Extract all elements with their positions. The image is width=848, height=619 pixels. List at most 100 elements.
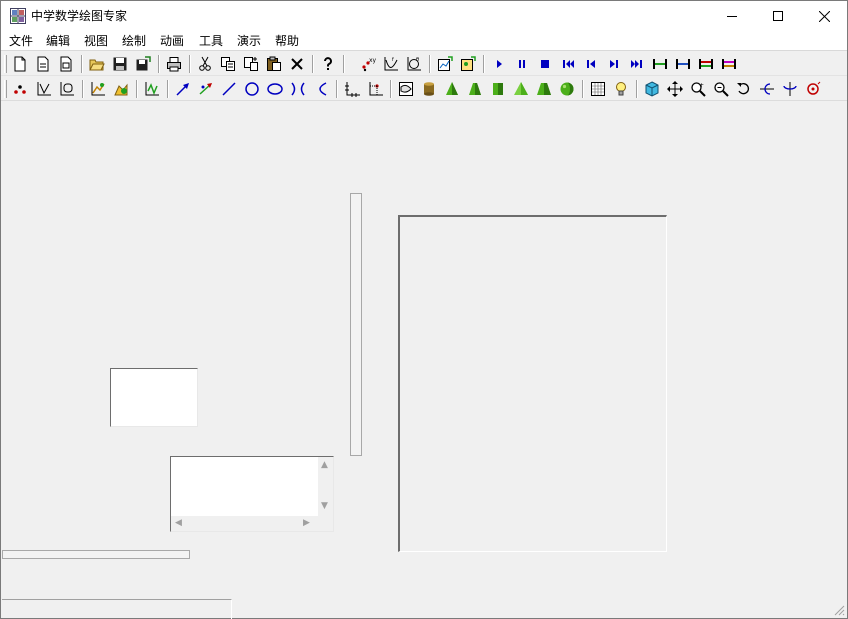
grid-button[interactable] [590,81,606,97]
paste-button[interactable] [266,56,282,72]
circle-button[interactable] [244,81,260,97]
function-plot-button[interactable] [90,81,106,97]
sphere-button[interactable] [559,81,575,97]
interval-d-button[interactable] [721,56,737,72]
menu-presentation[interactable]: 演示 [235,33,263,49]
zoom-out-button[interactable] [713,81,729,97]
open-button[interactable] [89,56,105,72]
line-segment-button[interactable] [221,81,237,97]
select-graph-button[interactable] [144,81,160,97]
list-vertical-scrollbar[interactable]: ▲ ▼ [318,457,333,516]
menu-file[interactable]: 文件 [7,33,35,49]
points-button[interactable] [12,81,28,97]
list-box[interactable]: ▲ ▼ ◀ ▶ [170,456,334,532]
scroll-right-icon[interactable]: ▶ [303,518,310,528]
coordinate-axes-button[interactable] [344,81,360,97]
new-button[interactable] [12,56,28,72]
color-vector-button[interactable] [198,81,214,97]
axes-box-button[interactable] [59,81,75,97]
copy-icon [221,57,235,71]
frustum-button[interactable] [467,81,483,97]
copy-page-button[interactable] [58,56,74,72]
zoom-in-icon: + [691,82,706,97]
vertical-slider[interactable] [350,193,362,456]
scroll-down-icon[interactable]: ▼ [321,501,328,511]
cylinder-button[interactable] [421,81,437,97]
vector-arrow-button[interactable] [175,81,191,97]
interval-b-icon [676,59,690,69]
interval-b-button[interactable] [675,56,691,72]
info-panel[interactable] [110,368,198,427]
prism-button[interactable] [490,81,506,97]
insert-image-button[interactable] [460,56,476,72]
rotate-y-button[interactable] [782,81,798,97]
zoom-in-button[interactable]: + [690,81,706,97]
drawing-canvas[interactable] [398,215,667,552]
toolbar-separator [636,80,638,98]
stop-button[interactable] [537,56,553,72]
minimize-button[interactable] [709,1,755,31]
cube-view-button[interactable] [644,81,660,97]
play-button[interactable] [491,56,507,72]
rotate-x-button[interactable] [759,81,775,97]
new-page-button[interactable] [35,56,51,72]
menu-animation[interactable]: 动画 [158,33,186,49]
list-horizontal-scrollbar[interactable]: ◀ ▶ [171,516,318,531]
print-button[interactable] [166,56,182,72]
scroll-left-icon[interactable]: ◀ [175,518,182,528]
ellipse-button[interactable] [267,81,283,97]
window-title: 中学数学绘图专家 [31,9,128,23]
first-frame-button[interactable] [560,56,576,72]
move-button[interactable] [667,81,683,97]
help-button[interactable] [320,56,336,72]
paste-icon [267,56,281,71]
menu-view[interactable]: 视图 [82,33,110,49]
horizontal-slider[interactable] [2,550,190,559]
insert-graph-icon [438,56,453,71]
insert-graph-button[interactable] [437,56,453,72]
menu-draw[interactable]: 绘制 [120,33,148,49]
rotate-button[interactable] [736,81,752,97]
last-frame-button[interactable] [629,56,645,72]
menu-edit[interactable]: 编辑 [44,33,72,49]
pause-button[interactable] [514,56,530,72]
function-area-icon [114,83,128,96]
toolbar-grip[interactable] [4,80,7,98]
axes-button[interactable] [36,81,52,97]
next-frame-button[interactable] [606,56,622,72]
function-graph-button[interactable]: f [383,56,399,72]
light-bulb-button[interactable] [613,81,629,97]
cut-button[interactable] [197,56,213,72]
save-button[interactable] [112,56,128,72]
pyramid-icon [514,82,528,95]
previous-frame-button[interactable] [583,56,599,72]
surface-box-button[interactable] [398,81,414,97]
cone-button[interactable] [444,81,460,97]
save-as-button[interactable] [135,56,151,72]
delete-button[interactable] [289,56,305,72]
function-area-button[interactable] [113,81,129,97]
close-button[interactable] [801,1,847,31]
save-as-icon [136,56,151,71]
scroll-up-icon[interactable]: ▲ [321,460,328,470]
menu-tools[interactable]: 工具 [197,33,225,49]
toolbar-grip[interactable] [4,55,7,73]
interval-a-button[interactable] [652,56,668,72]
interval-c-button[interactable] [698,56,714,72]
point-axes-button[interactable] [367,81,383,97]
copy-button[interactable] [220,56,236,72]
truncated-pyramid-button[interactable] [536,81,552,97]
title-bar[interactable]: 中学数学绘图专家 [1,1,847,31]
parabola-button[interactable] [313,81,329,97]
resize-grip-icon[interactable] [833,604,845,616]
pyramid-button[interactable] [513,81,529,97]
print-icon [167,57,181,72]
point-coordinates-button[interactable]: xy [360,56,376,72]
hyperbola-button[interactable] [290,81,306,97]
rotate-icon [737,83,749,95]
paste-special-button[interactable] [243,56,259,72]
rotate-z-button[interactable] [805,81,821,97]
maximize-button[interactable] [755,1,801,31]
polar-graph-button[interactable]: θ [406,56,422,72]
menu-help[interactable]: 帮助 [273,33,301,49]
